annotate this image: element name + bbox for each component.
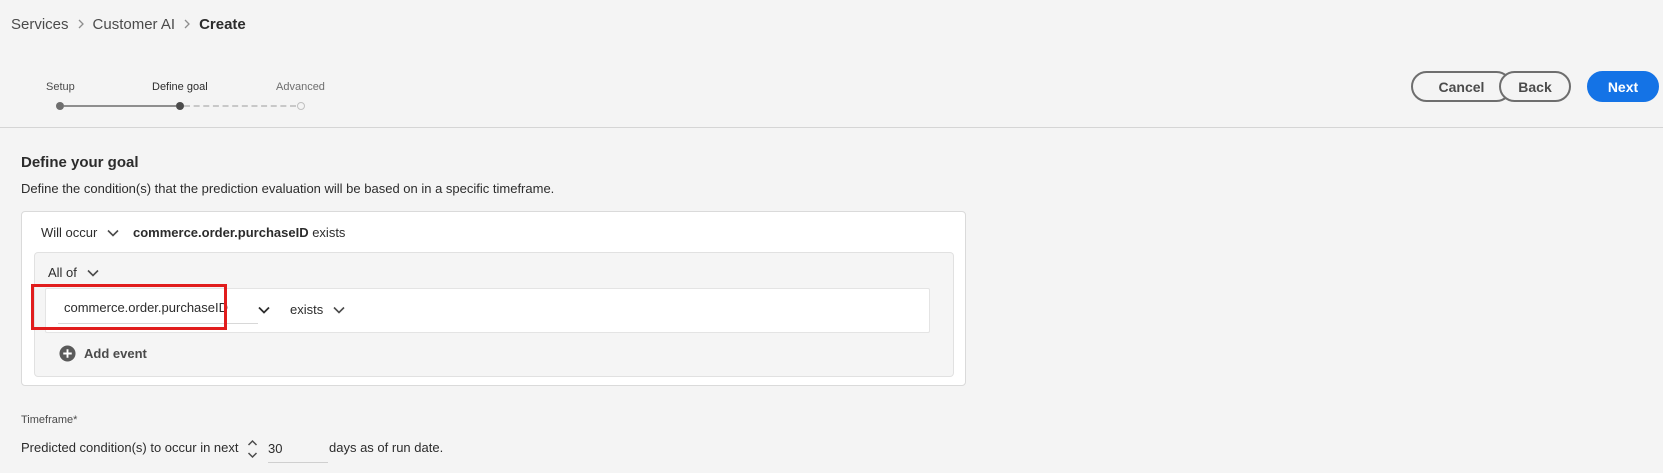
add-circle-icon — [59, 345, 76, 362]
chevron-down-icon[interactable] — [258, 306, 270, 314]
breadcrumb-services[interactable]: Services — [11, 16, 69, 33]
goal-description: Define the condition(s) that the predict… — [21, 181, 555, 196]
condition-summary: commerce.order.purchaseID exists — [133, 225, 345, 240]
chevron-down-icon — [87, 269, 99, 277]
timeframe-suffix: days as of run date. — [329, 440, 444, 455]
breadcrumb-customer-ai[interactable]: Customer AI — [93, 16, 176, 33]
goal-panel: Will occur commerce.order.purchaseID exi… — [21, 211, 966, 386]
group-operator-label: All of — [48, 265, 77, 280]
chevron-down-icon — [107, 229, 119, 237]
breadcrumb: Services Customer AI Create — [11, 14, 246, 34]
group-operator-dropdown[interactable]: All of — [48, 265, 99, 280]
step-advanced-label: Advanced — [276, 81, 325, 93]
add-event-label: Add event — [84, 346, 147, 361]
step-define-goal-dot — [176, 102, 184, 110]
goal-title: Define your goal — [21, 154, 139, 171]
back-button[interactable]: Back — [1499, 71, 1571, 102]
event-operator-dropdown[interactable]: exists — [290, 302, 345, 317]
chevron-right-icon — [78, 19, 84, 29]
stepper-icon[interactable] — [246, 438, 259, 460]
breadcrumb-current: Create — [199, 15, 246, 33]
header-divider — [0, 127, 1663, 128]
chevron-down-icon — [333, 306, 345, 314]
step-advanced-dot — [297, 102, 305, 110]
timeframe-label: Timeframe* — [21, 414, 78, 426]
add-event-button[interactable]: Add event — [59, 345, 147, 362]
summary-field: commerce.order.purchaseID — [133, 225, 309, 240]
occurrence-dropdown[interactable]: Will occur — [41, 225, 119, 240]
condition-group: All of exists Add event — [34, 252, 954, 377]
chevron-right-icon — [184, 19, 190, 29]
step-setup-label[interactable]: Setup — [46, 81, 75, 93]
event-field-input[interactable] — [58, 291, 258, 324]
cancel-button[interactable]: Cancel — [1411, 71, 1512, 102]
timeframe-days-input[interactable] — [268, 434, 328, 463]
step-setup-dot[interactable] — [56, 102, 64, 110]
next-button[interactable]: Next — [1587, 71, 1659, 102]
event-operator-label: exists — [290, 302, 324, 317]
summary-operator: exists — [312, 225, 346, 240]
timeframe-prefix: Predicted condition(s) to occur in next — [21, 440, 239, 455]
step-pending-line — [184, 105, 296, 107]
event-condition-row: exists — [45, 288, 930, 333]
step-define-goal-label: Define goal — [152, 81, 208, 93]
step-progress-line — [64, 105, 176, 107]
occurrence-label: Will occur — [41, 225, 98, 240]
